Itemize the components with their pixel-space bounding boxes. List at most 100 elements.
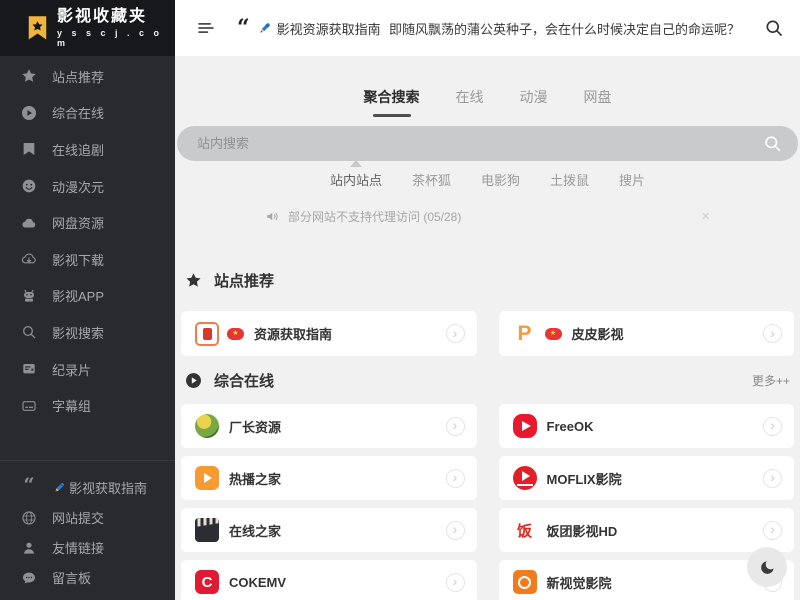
site-search-input[interactable] xyxy=(197,136,763,151)
site-card[interactable]: C COKEMV xyxy=(181,560,477,600)
sidebar-main-nav: 站点推荐 综合在线 在线追剧 动漫次元 网盘资源 影视下载 影视APP xyxy=(0,58,175,424)
star-icon xyxy=(185,272,202,289)
film-icon xyxy=(21,361,37,377)
sidebar-item-label: 网盘资源 xyxy=(52,213,104,232)
search-tab[interactable]: 聚合搜索 xyxy=(364,87,420,113)
sidebar-item[interactable]: 站点推荐 xyxy=(0,58,175,95)
recommend-badge xyxy=(545,328,562,340)
quote-icon: “ xyxy=(21,480,37,496)
site-card-title: 厂长资源 xyxy=(229,417,281,436)
brand-logo[interactable]: 影视收藏夹 y s s c j . c o m xyxy=(0,0,175,56)
brand-domain: y s s c j . c o m xyxy=(57,28,175,48)
search-tab[interactable]: 网盘 xyxy=(584,87,612,113)
site-card-title: 饭团影视HD xyxy=(547,521,618,540)
bookmark-icon xyxy=(21,141,37,157)
site-card-title: 新视觉影院 xyxy=(547,573,612,592)
quote-icon: “ xyxy=(237,22,250,34)
search-tab-label: 在线 xyxy=(456,89,484,105)
sidebar-item[interactable]: 友情链接 xyxy=(0,533,175,563)
chevron-right-icon xyxy=(763,417,782,436)
site-card[interactable]: MOFLIX影院 xyxy=(499,456,795,500)
topbar: “ 影视资源获取指南 即随风飘荡的蒲公英种子，会在什么时候决定自己的命运呢？ xyxy=(175,0,800,56)
engine-tab[interactable]: 电影狗 xyxy=(481,170,520,189)
section-header-online: 综合在线 更多++ xyxy=(175,370,800,391)
site-logo xyxy=(513,570,537,594)
sidebar-item[interactable]: 纪录片 xyxy=(0,351,175,388)
site-card[interactable]: 资源获取指南 xyxy=(181,311,477,356)
sidebar: 影视收藏夹 y s s c j . c o m 站点推荐 综合在线 在线追剧 动… xyxy=(0,0,175,600)
search-tab[interactable]: 动漫 xyxy=(520,87,548,113)
site-card[interactable]: P 皮皮影视 xyxy=(499,311,795,356)
site-logo: P xyxy=(513,322,537,346)
sidebar-item-label: 综合在线 xyxy=(52,103,104,122)
play-circle-icon xyxy=(185,372,202,389)
engine-tab-label: 电影狗 xyxy=(481,173,520,188)
online-card-grid: 厂长资源 FreeOK 热播之家 MOFLIX影院 在线之家 xyxy=(175,404,800,600)
sidebar-item[interactable]: 在线追剧 xyxy=(0,131,175,168)
sidebar-item-label: 影视搜索 xyxy=(52,323,104,342)
search-tabs: 聚合搜索 在线 动漫 网盘 xyxy=(175,87,800,113)
sidebar-item[interactable]: 影视APP xyxy=(0,278,175,315)
sidebar-item[interactable]: 字幕组 xyxy=(0,387,175,424)
sidebar-item-label: 留言板 xyxy=(52,568,91,587)
site-card-title: 皮皮影视 xyxy=(572,324,624,343)
hamburger-icon[interactable] xyxy=(195,17,217,39)
sidebar-item-label: 纪录片 xyxy=(52,360,91,379)
recommend-card-grid: 资源获取指南 P 皮皮影视 xyxy=(175,311,800,356)
person-icon xyxy=(21,540,37,556)
chat-icon xyxy=(21,570,37,586)
chevron-right-icon xyxy=(446,417,465,436)
site-card-title: 热播之家 xyxy=(229,469,281,488)
search-icon[interactable] xyxy=(763,134,782,153)
notice-text: 部分网站不支持代理访问 (05/28) xyxy=(288,208,461,225)
site-card[interactable]: 热播之家 xyxy=(181,456,477,500)
site-card-title: 资源获取指南 xyxy=(254,324,332,343)
sidebar-item[interactable]: 综合在线 xyxy=(0,95,175,132)
search-icon[interactable] xyxy=(764,18,784,38)
site-card-title: 在线之家 xyxy=(229,521,281,540)
site-card[interactable]: 在线之家 xyxy=(181,508,477,552)
search-tab-label: 网盘 xyxy=(584,89,612,105)
site-logo xyxy=(513,414,537,438)
site-logo xyxy=(195,322,219,346)
sidebar-item[interactable]: 留言板 xyxy=(0,563,175,593)
sidebar-item[interactable]: 影视下载 xyxy=(0,241,175,278)
sidebar-item-label: 友情链接 xyxy=(52,538,104,557)
site-card[interactable]: FreeOK xyxy=(499,404,795,448)
more-link[interactable]: 更多++ xyxy=(752,372,790,389)
section-title: 综合在线 xyxy=(214,370,274,391)
engine-tab-label: 茶杯狐 xyxy=(412,173,451,188)
sidebar-item[interactable]: 动漫次元 xyxy=(0,168,175,205)
recommend-badge xyxy=(227,328,244,340)
sidebar-item[interactable]: 网站提交 xyxy=(0,503,175,533)
site-card[interactable]: 厂长资源 xyxy=(181,404,477,448)
sidebar-item[interactable]: “ 影视获取指南 xyxy=(0,473,175,503)
globe-icon xyxy=(21,510,37,526)
sidebar-secondary-nav: “ 影视获取指南 网站提交 友情链接 留言板 xyxy=(0,473,175,593)
engine-tab[interactable]: 茶杯狐 xyxy=(412,170,451,189)
site-logo xyxy=(195,414,219,438)
search-tab[interactable]: 在线 xyxy=(456,87,484,113)
search-tab-label: 聚合搜索 xyxy=(364,89,420,105)
sidebar-item-label: 影视获取指南 xyxy=(69,478,147,497)
site-card-title: COKEMV xyxy=(229,575,286,590)
sidebar-item[interactable]: 网盘资源 xyxy=(0,204,175,241)
site-card-title: FreeOK xyxy=(547,419,594,434)
site-logo xyxy=(195,466,219,490)
sidebar-item-label: 网站提交 xyxy=(52,508,104,527)
play-circle-icon xyxy=(21,105,37,121)
site-logo xyxy=(195,518,219,542)
sidebar-item-label: 影视APP xyxy=(52,286,104,305)
dark-mode-toggle[interactable] xyxy=(747,547,787,587)
guide-link[interactable]: “ 影视资源获取指南 xyxy=(237,19,381,38)
sidebar-item-label: 在线追剧 xyxy=(52,140,104,159)
engine-tab[interactable]: 土拨鼠 xyxy=(550,170,589,189)
engine-tab[interactable]: 搜片 xyxy=(619,170,645,189)
site-logo: C xyxy=(195,570,219,594)
close-icon[interactable]: × xyxy=(701,209,710,224)
sidebar-item[interactable]: 影视搜索 xyxy=(0,314,175,351)
engine-tab[interactable]: 站内站点 xyxy=(330,170,382,189)
speaker-icon xyxy=(265,209,280,224)
site-logo: 饭 xyxy=(513,518,537,542)
site-card[interactable]: 饭 饭团影视HD xyxy=(499,508,795,552)
